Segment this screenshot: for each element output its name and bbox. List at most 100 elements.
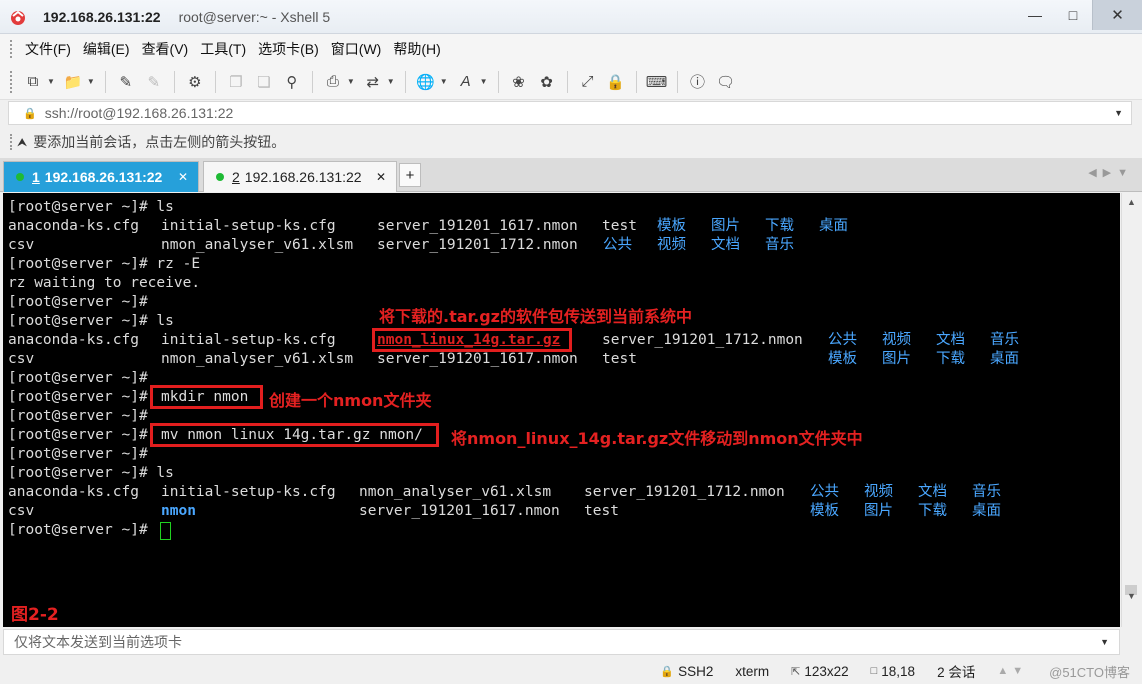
terminal-line: rz waiting to receive. bbox=[8, 275, 201, 291]
help-icon[interactable]: ⓘ bbox=[686, 70, 710, 94]
open-folder-icon[interactable]: 📁 bbox=[61, 70, 85, 94]
ls-dir: 视频 bbox=[657, 237, 686, 253]
close-icon[interactable]: ✕ bbox=[178, 170, 188, 184]
ls-dir: 下载 bbox=[765, 218, 794, 234]
chevron-down-icon[interactable]: ▼ bbox=[347, 77, 355, 86]
status-protocol: 🔒 SSH2 bbox=[660, 664, 713, 679]
ls-entry: server_191201_1712.nmon bbox=[377, 237, 578, 253]
reconnect-icon[interactable]: ✎ bbox=[114, 70, 138, 94]
connected-status-icon bbox=[16, 173, 24, 181]
minimize-button[interactable]: — bbox=[1016, 0, 1054, 30]
status-arrows[interactable]: ▲▼ bbox=[997, 665, 1027, 677]
toolbar-separator bbox=[104, 70, 106, 93]
annotation-mkdir: 创建一个nmon文件夹 bbox=[269, 391, 432, 410]
terminal-line: [root@server ~]# bbox=[8, 370, 148, 386]
ls-entry: test bbox=[584, 503, 619, 519]
tab-session-2[interactable]: 2 192.168.26.131:22 ✕ bbox=[203, 161, 397, 192]
cursor-position-icon: □ bbox=[870, 665, 878, 677]
terminal-line: [root@server ~]# ls bbox=[8, 199, 174, 215]
title-bar: 192.168.26.131:22 root@server:~ - Xshell… bbox=[0, 0, 1142, 34]
close-icon[interactable]: ✕ bbox=[376, 170, 386, 184]
ls-dir: 视频 bbox=[882, 332, 911, 348]
tab-scroll-arrows[interactable]: ◀▶▼ bbox=[1088, 166, 1134, 179]
terminal-line: [root@server ~]# ls bbox=[8, 313, 174, 329]
chevron-down-icon[interactable]: ▼ bbox=[387, 77, 395, 86]
new-session-icon[interactable]: ⧉ bbox=[21, 70, 45, 94]
chevron-down-icon[interactable]: ▼ bbox=[440, 77, 448, 86]
add-session-arrow-icon[interactable]: ⮝ bbox=[17, 135, 27, 150]
ls-dir: 公共 bbox=[810, 484, 839, 500]
fullscreen-icon[interactable]: ⤢ bbox=[576, 70, 600, 94]
ls-entry: initial-setup-ks.cfg bbox=[161, 332, 336, 348]
chevron-down-icon[interactable]: ▼ bbox=[87, 77, 95, 86]
tab-number: 2 bbox=[232, 169, 240, 185]
xmanager-icon[interactable]: ✿ bbox=[535, 70, 559, 94]
ls-entry: anaconda-ks.cfg bbox=[8, 484, 139, 500]
toolbar-separator bbox=[214, 70, 216, 93]
ls-entry: server_191201_1617.nmon bbox=[377, 351, 578, 367]
ls-dir: 模板 bbox=[657, 218, 686, 234]
ls-entry: server_191201_1712.nmon bbox=[584, 484, 785, 500]
connected-status-icon bbox=[216, 173, 224, 181]
transfer-icon[interactable]: ⇄ bbox=[361, 70, 385, 94]
ls-dir-nmon: nmon bbox=[161, 503, 196, 519]
status-term: xterm bbox=[735, 663, 770, 679]
menu-tools[interactable]: 工具(T) bbox=[194, 39, 252, 59]
ls-entry: csv bbox=[8, 503, 35, 519]
lock-icon[interactable]: 🔒 bbox=[604, 70, 628, 94]
figure-label: 图2-2 bbox=[11, 605, 59, 625]
new-tab-button[interactable]: + bbox=[399, 163, 421, 187]
ls-entry: anaconda-ks.cfg bbox=[8, 332, 139, 348]
toolbar-grip[interactable] bbox=[10, 70, 13, 93]
menu-file[interactable]: 文件(F) bbox=[19, 39, 77, 59]
menu-view[interactable]: 查看(V) bbox=[136, 39, 195, 59]
chevron-down-icon[interactable]: ▼ bbox=[47, 77, 55, 86]
xftp-icon[interactable]: ❀ bbox=[507, 70, 531, 94]
menu-help[interactable]: 帮助(H) bbox=[387, 39, 446, 59]
ls-dir: 图片 bbox=[864, 503, 893, 519]
send-text-bar[interactable]: 仅将文本发送到当前选项卡 ▼ bbox=[3, 629, 1120, 655]
chevron-down-icon[interactable]: ▼ bbox=[480, 77, 488, 86]
terminal-line: [root@server ~]# bbox=[8, 389, 148, 405]
tab-strip: 1 192.168.26.131:22 ✕ 2 192.168.26.131:2… bbox=[0, 158, 1142, 192]
ls-entry: csv bbox=[8, 351, 35, 367]
disconnect-icon[interactable]: ✎ bbox=[142, 70, 166, 94]
ls-dir: 音乐 bbox=[972, 484, 1001, 500]
close-button[interactable]: ✕ bbox=[1092, 0, 1142, 30]
menubar-grip[interactable] bbox=[10, 40, 13, 58]
chevron-down-icon[interactable]: ▼ bbox=[1100, 637, 1109, 647]
find-icon[interactable]: ⚲ bbox=[280, 70, 304, 94]
globe-icon[interactable]: 🌐 bbox=[414, 70, 438, 94]
copy-icon[interactable]: ❐ bbox=[224, 70, 248, 94]
terminal-line: [root@server ~]# bbox=[8, 294, 148, 310]
terminal-output[interactable]: [root@server ~]# ls [root@server ~]# rz … bbox=[3, 193, 1120, 627]
font-icon[interactable]: A bbox=[454, 70, 478, 94]
ls-dir: 图片 bbox=[882, 351, 911, 367]
scroll-up-icon[interactable]: ▲ bbox=[1127, 197, 1136, 207]
hintbar-grip[interactable] bbox=[10, 134, 13, 150]
print-icon[interactable]: ⎙ bbox=[321, 70, 345, 94]
maximize-button[interactable]: □ bbox=[1054, 0, 1092, 30]
scroll-down-icon[interactable]: ▼ bbox=[1127, 591, 1136, 601]
properties-icon[interactable]: ⚙ bbox=[183, 70, 207, 94]
chat-icon[interactable]: 🗨 bbox=[714, 70, 738, 94]
menu-tabs[interactable]: 选项卡(B) bbox=[252, 39, 325, 59]
chevron-down-icon[interactable]: ▼ bbox=[1114, 108, 1123, 118]
menu-window[interactable]: 窗口(W) bbox=[325, 39, 388, 59]
send-text-placeholder: 仅将文本发送到当前选项卡 bbox=[14, 634, 182, 650]
window-title-host: 192.168.26.131:22 bbox=[43, 8, 161, 25]
terminal-scrollbar[interactable]: ▲ ▼ bbox=[1121, 193, 1140, 627]
ls-entry: initial-setup-ks.cfg bbox=[161, 484, 336, 500]
ls-entry: test bbox=[602, 351, 637, 367]
ls-dir: 下载 bbox=[918, 503, 947, 519]
paste-icon[interactable]: ❏ bbox=[252, 70, 276, 94]
annotation-move: 将nmon_linux_14g.tar.gz文件移动到nmon文件夹中 bbox=[451, 429, 863, 448]
toolbar-separator bbox=[311, 70, 313, 93]
keyboard-icon[interactable]: ⌨ bbox=[645, 70, 669, 94]
tab-label: 192.168.26.131:22 bbox=[44, 169, 163, 185]
terminal-line: [root@server ~]# rz -E bbox=[8, 256, 201, 272]
tab-session-1[interactable]: 1 192.168.26.131:22 ✕ bbox=[3, 161, 199, 192]
address-bar[interactable]: 🔒 ssh://root@192.168.26.131:22 ▼ bbox=[8, 101, 1132, 125]
toolbar-separator bbox=[635, 70, 637, 93]
menu-edit[interactable]: 编辑(E) bbox=[77, 39, 136, 59]
